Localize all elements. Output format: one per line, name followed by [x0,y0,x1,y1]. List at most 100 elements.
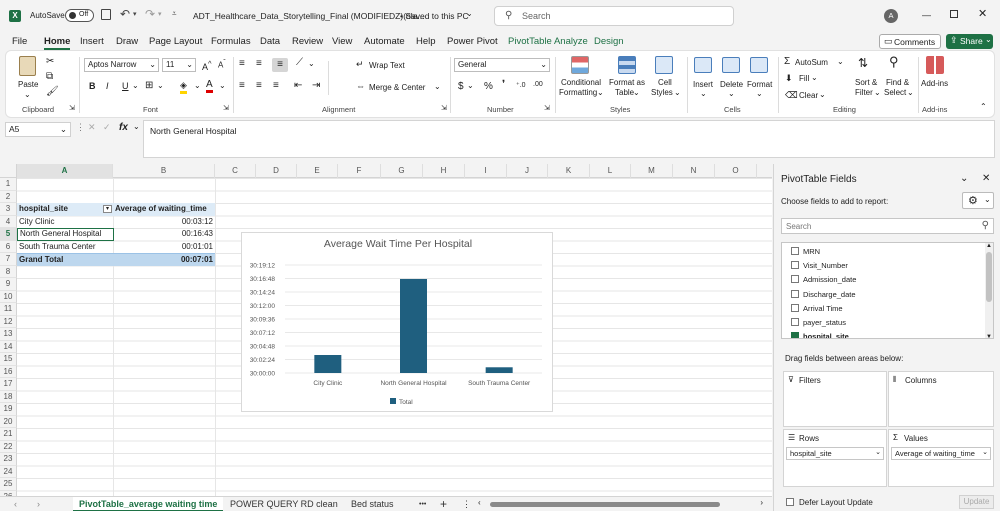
row-header[interactable]: 23 [0,453,17,466]
comma-style-icon[interactable]: ❜ [502,79,505,90]
checkbox-icon[interactable] [791,247,799,255]
column-header[interactable]: G [381,164,423,178]
autosum-chevron-icon[interactable]: ⌄ [837,57,844,66]
scroll-thumb[interactable] [986,252,992,302]
column-header[interactable]: F [338,164,381,178]
filters-area[interactable]: ⊽ Filters [783,371,887,427]
row-header[interactable]: 13 [0,328,17,341]
column-header[interactable]: L [590,164,631,178]
tab-pivottable-analyze[interactable]: PivotTable Analyze [508,36,588,47]
merge-center-button[interactable]: Merge & Center [369,83,425,92]
increase-decimal-icon[interactable]: ⁺.0 [516,81,526,89]
tabs-options-icon[interactable]: ⋮ [462,497,471,511]
row-header[interactable]: 2 [0,190,17,203]
decrease-indent-icon[interactable]: ⇤ [294,80,302,91]
add-ins-icon[interactable] [926,56,944,74]
tab-formulas[interactable]: Formulas [211,36,251,47]
format-cells-button[interactable]: Format [747,80,772,89]
conditional-formatting-label-2[interactable]: Formatting [559,88,597,97]
tab-home[interactable]: Home [44,36,71,50]
pivot-row-value[interactable]: 00:03:12 [113,216,215,229]
column-header[interactable]: I [465,164,507,178]
pane-close-icon[interactable]: ✕ [982,173,990,184]
format-painter-icon[interactable]: 🖌 [46,86,59,97]
row-header[interactable]: 10 [0,290,17,303]
row-header[interactable]: 18 [0,390,17,403]
tab-page-layout[interactable]: Page Layout [149,36,202,47]
pane-settings-button[interactable]: ⚙ ⌄ [962,192,994,209]
horizontal-scrollbar[interactable]: ‹ › [478,498,763,509]
delete-cells-button[interactable]: Delete [720,80,743,89]
row-header[interactable]: 5 [0,228,17,241]
paste-chevron-icon[interactable]: ⌄ [24,90,31,99]
row-header[interactable]: 16 [0,365,17,378]
currency-button[interactable]: $ [458,81,464,92]
delete-cells-icon[interactable] [722,57,740,73]
insert-function-button[interactable]: fx [119,122,128,133]
format-chevron-icon[interactable]: ⌄ [756,89,763,98]
tab-help[interactable]: Help [416,36,436,47]
next-sheet-icon[interactable]: › [37,497,40,511]
column-header[interactable]: M [631,164,673,178]
alignment-launcher-icon[interactable]: ⇲ [441,104,447,112]
scroll-down-icon[interactable]: ▼ [986,334,992,338]
find-select-label-1[interactable]: Find & [886,78,909,87]
column-header[interactable]: K [548,164,590,178]
more-sheets-button[interactable]: ••• [419,497,426,511]
autosave-toggle[interactable]: Off [65,9,94,22]
clipboard-launcher-icon[interactable]: ⇲ [69,104,75,112]
redo-icon[interactable]: ↷ [145,7,155,21]
cancel-icon[interactable]: ✕ [88,122,96,133]
search-box[interactable]: ⚲ Search [494,6,734,26]
orientation-icon[interactable]: ⟋ [296,57,303,68]
column-header[interactable]: N [673,164,715,178]
copy-icon[interactable]: ⧉ [46,71,53,82]
find-select-chevron-icon[interactable]: ⌄ [907,88,914,97]
field-list-scrollbar[interactable]: ▲ ▼ [985,243,993,338]
save-icon[interactable] [101,9,111,20]
number-launcher-icon[interactable]: ⇲ [544,104,550,112]
tab-review[interactable]: Review [292,36,323,47]
bold-button[interactable]: B [89,81,96,91]
select-all-corner[interactable] [0,164,17,178]
fill-icon[interactable]: ⬇ [785,73,793,84]
filter-dropdown-icon[interactable]: ▾ [103,205,112,213]
scroll-right-icon[interactable]: › [760,498,763,507]
currency-chevron-icon[interactable]: ⌄ [467,81,474,90]
tab-draw[interactable]: Draw [116,36,138,47]
number-format-select[interactable]: General ⌄ [454,58,550,72]
insert-chevron-icon[interactable]: ⌄ [700,89,707,98]
sheet-tab[interactable]: POWER QUERY RD clean [230,497,338,511]
row-header[interactable]: 20 [0,415,17,428]
tab-data[interactable]: Data [260,36,280,47]
field-item[interactable]: Admission_date [791,275,856,284]
column-header[interactable]: E [297,164,338,178]
row-header[interactable]: 8 [0,265,17,278]
column-header[interactable]: B [113,164,215,178]
clear-icon[interactable]: ⌫ [785,90,798,101]
defer-layout-checkbox[interactable] [786,498,794,506]
pivot-row-value[interactable]: 00:01:01 [113,241,215,254]
bottom-align-icon[interactable]: ≡ [272,58,288,72]
row-header[interactable]: 15 [0,353,17,366]
italic-button[interactable]: I [106,81,109,91]
column-header[interactable]: A [17,164,113,178]
tab-power-pivot[interactable]: Power Pivot [447,36,498,47]
pivot-chart[interactable]: Average Wait Time Per Hospital 30:00:00 30… [241,232,553,412]
align-center-icon[interactable]: ≡ [256,80,262,91]
row-header[interactable]: 19 [0,403,17,416]
update-button[interactable]: Update [959,495,994,509]
wrap-text-button[interactable]: Wrap Text [369,61,405,70]
column-header[interactable]: O [715,164,757,178]
pivot-grand-total-label[interactable]: Grand Total [17,253,113,266]
field-item[interactable]: hospital_site [791,332,849,338]
conditional-formatting-chevron-icon[interactable]: ⌄ [597,88,604,97]
name-box[interactable]: A5 ⌄ [5,122,71,137]
formula-options-icon[interactable]: ⋮ [76,122,85,133]
row-header[interactable]: 17 [0,378,17,391]
column-header[interactable]: J [507,164,548,178]
save-status[interactable]: • Saved to this PC [400,11,469,21]
minimize-icon[interactable]: — [922,10,931,20]
pivot-row-label-selected[interactable]: North General Hospital [17,228,114,241]
percent-button[interactable]: % [484,81,493,92]
